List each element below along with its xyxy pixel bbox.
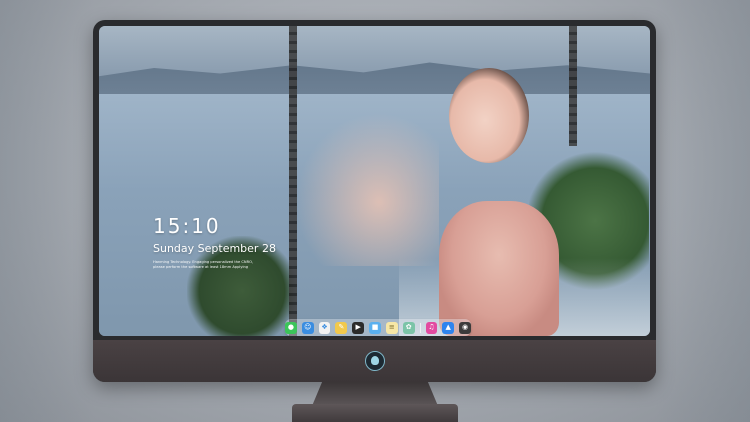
- monitor-stand-base: [292, 404, 458, 422]
- wallpaper-person-body: [439, 201, 559, 336]
- clapper-icon[interactable]: ▶: [352, 321, 365, 334]
- files-icon[interactable]: ■: [369, 321, 381, 334]
- desktop-screen[interactable]: 15:10 Sunday September 28 Hanming Techno…: [99, 26, 650, 336]
- camera-icon[interactable]: ◉: [459, 321, 471, 334]
- monitor: 15:10 Sunday September 28 Hanming Techno…: [93, 20, 656, 382]
- lockscreen-clock: 15:10: [153, 214, 221, 238]
- lockscreen-date: Sunday September 28: [153, 242, 276, 255]
- notes-icon[interactable]: ✎: [335, 321, 348, 334]
- app-store-icon[interactable]: ▲: [442, 321, 455, 334]
- background-left: [0, 0, 95, 422]
- monitor-stand-neck: [312, 382, 438, 406]
- safari-icon[interactable]: ❖: [318, 321, 331, 334]
- lockscreen-notice-line: please perform the software at least 18m…: [153, 264, 249, 269]
- notepad-icon[interactable]: ≡: [385, 321, 398, 334]
- photos-icon[interactable]: ✿: [402, 321, 415, 334]
- dock-separator: [419, 322, 421, 333]
- wallpaper-person-head: [449, 68, 529, 163]
- brand-logo-icon: [365, 351, 385, 371]
- messages-icon[interactable]: ●: [285, 321, 297, 334]
- finder-icon[interactable]: ☺: [301, 321, 314, 334]
- dock: ● ☺ ❖ ✎ ▶ ■ ≡ ✿ ♫ ▲ ◉: [285, 319, 471, 336]
- itunes-icon[interactable]: ♫: [425, 321, 438, 334]
- wallpaper-person-arm: [289, 106, 439, 266]
- background-right: [655, 0, 750, 422]
- lockscreen-notice: Hanming Technology. Engaging personalize…: [153, 260, 273, 269]
- wallpaper-swing-chain-right: [569, 26, 577, 146]
